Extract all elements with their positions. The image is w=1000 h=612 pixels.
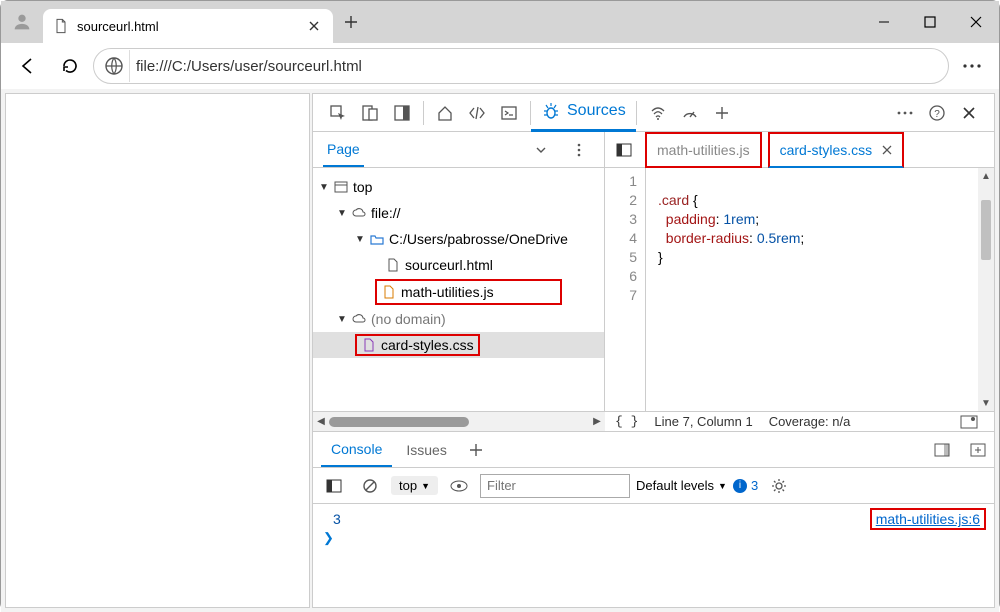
more-tools-button[interactable]: [890, 98, 920, 128]
console-settings-icon[interactable]: [764, 471, 794, 501]
clear-console-icon[interactable]: [355, 471, 385, 501]
console-messages[interactable]: 3 math-utilities.js:6 ❯: [313, 504, 994, 607]
welcome-tab-icon[interactable]: [430, 98, 460, 128]
window-titlebar: sourceurl.html: [1, 1, 999, 43]
file-icon: [385, 257, 401, 273]
close-window-button[interactable]: [953, 1, 999, 43]
editor-tab-js[interactable]: math-utilities.js: [645, 132, 762, 168]
omnibox[interactable]: file:///C:/Users/user/sourceurl.html: [93, 48, 949, 84]
vertical-scrollbar[interactable]: ▲ ▼: [978, 168, 994, 411]
issues-count[interactable]: i3: [733, 478, 758, 493]
add-drawer-tab-button[interactable]: [461, 435, 491, 465]
toggle-console-sidebar-icon[interactable]: [319, 471, 349, 501]
help-button[interactable]: ?: [922, 98, 952, 128]
console-output: 3: [321, 511, 341, 527]
tree-file-css[interactable]: card-styles.css: [313, 332, 604, 358]
refresh-button[interactable]: [51, 47, 89, 85]
live-expression-icon[interactable]: [444, 471, 474, 501]
cloud-icon: [351, 311, 367, 327]
page-tab[interactable]: Page: [323, 133, 364, 167]
cursor-position: Line 7, Column 1: [654, 414, 752, 429]
network-tab-icon[interactable]: [643, 98, 673, 128]
line-gutter: 1234567: [605, 168, 645, 411]
close-icon[interactable]: [882, 145, 892, 155]
chevron-down-icon[interactable]: [526, 135, 556, 165]
drawer-collapse-icon[interactable]: [963, 435, 993, 465]
svg-text:?: ?: [934, 109, 940, 120]
horizontal-scrollbar[interactable]: ◀ ▶: [313, 412, 605, 431]
site-info-button[interactable]: [98, 50, 130, 82]
context-selector[interactable]: top ▼: [391, 476, 438, 495]
folder-icon: [369, 231, 385, 247]
editor-status-bar: { } Line 7, Column 1 Coverage: n/a: [605, 412, 994, 431]
console-tab-icon[interactable]: [494, 98, 524, 128]
tree-file-html[interactable]: sourceurl.html: [313, 252, 604, 278]
more-tabs-button[interactable]: [707, 98, 737, 128]
device-toggle-icon[interactable]: [355, 98, 385, 128]
new-tab-button[interactable]: [333, 15, 369, 29]
code-editor[interactable]: 1234567 .card { padding: 1rem; border-ra…: [605, 168, 994, 411]
console-tab[interactable]: Console: [321, 433, 392, 467]
js-file-icon: [381, 284, 397, 300]
pretty-print-button[interactable]: { }: [615, 414, 638, 429]
bug-icon: [541, 101, 561, 121]
devtools-toolbar: Sources ?: [313, 94, 994, 132]
more-nav-button[interactable]: [564, 135, 594, 165]
editor-tab-css[interactable]: card-styles.css: [768, 132, 905, 168]
close-tab-button[interactable]: [305, 17, 323, 35]
issue-badge-icon: i: [733, 479, 747, 493]
drawer-sidebar-icon[interactable]: [927, 435, 957, 465]
log-levels-selector[interactable]: Default levels ▼: [636, 478, 727, 493]
tab-title: sourceurl.html: [77, 19, 297, 34]
sources-tab-label: Sources: [567, 102, 626, 120]
close-devtools-button[interactable]: [954, 98, 984, 128]
file-tree[interactable]: ▼top ▼file:// ▼C:/Users/pabrosse/OneDriv…: [313, 168, 604, 411]
filter-input[interactable]: [480, 474, 630, 498]
browser-tab[interactable]: sourceurl.html: [43, 9, 333, 43]
source-link[interactable]: math-utilities.js:6: [870, 508, 986, 530]
console-drawer: Console Issues top ▼ Default levels ▼ i3: [313, 432, 994, 607]
editor-pane: math-utilities.js card-styles.css 123456…: [605, 132, 994, 411]
frame-icon: [333, 179, 349, 195]
cloud-icon: [351, 205, 367, 221]
dock-icon[interactable]: [387, 98, 417, 128]
tree-file-js[interactable]: math-utilities.js: [375, 279, 562, 305]
page-icon: [53, 18, 69, 34]
elements-tab-icon[interactable]: [462, 98, 492, 128]
settings-menu-button[interactable]: [953, 47, 991, 85]
performance-tab-icon[interactable]: [675, 98, 705, 128]
coverage-status: Coverage: n/a: [769, 414, 851, 429]
toggle-navigator-icon[interactable]: [609, 135, 639, 165]
address-bar: file:///C:/Users/user/sourceurl.html: [1, 43, 999, 89]
css-file-icon: [361, 337, 377, 353]
url-text: file:///C:/Users/user/sourceurl.html: [136, 58, 362, 75]
navigator-pane: Page ▼top ▼file:// ▼C:/Users/pabrosse/On…: [313, 132, 605, 411]
minimize-button[interactable]: [861, 1, 907, 43]
profile-button[interactable]: [1, 11, 43, 33]
inspect-element-icon[interactable]: [323, 98, 353, 128]
maximize-button[interactable]: [907, 1, 953, 43]
code-content: .card { padding: 1rem; border-radius: 0.…: [645, 168, 994, 411]
issues-tab[interactable]: Issues: [396, 434, 456, 466]
sources-tab[interactable]: Sources: [531, 94, 636, 132]
back-button[interactable]: [9, 47, 47, 85]
devtools-panel: Sources ? Page: [312, 93, 995, 608]
page-viewport: [5, 93, 310, 608]
console-prompt[interactable]: ❯: [321, 530, 986, 546]
